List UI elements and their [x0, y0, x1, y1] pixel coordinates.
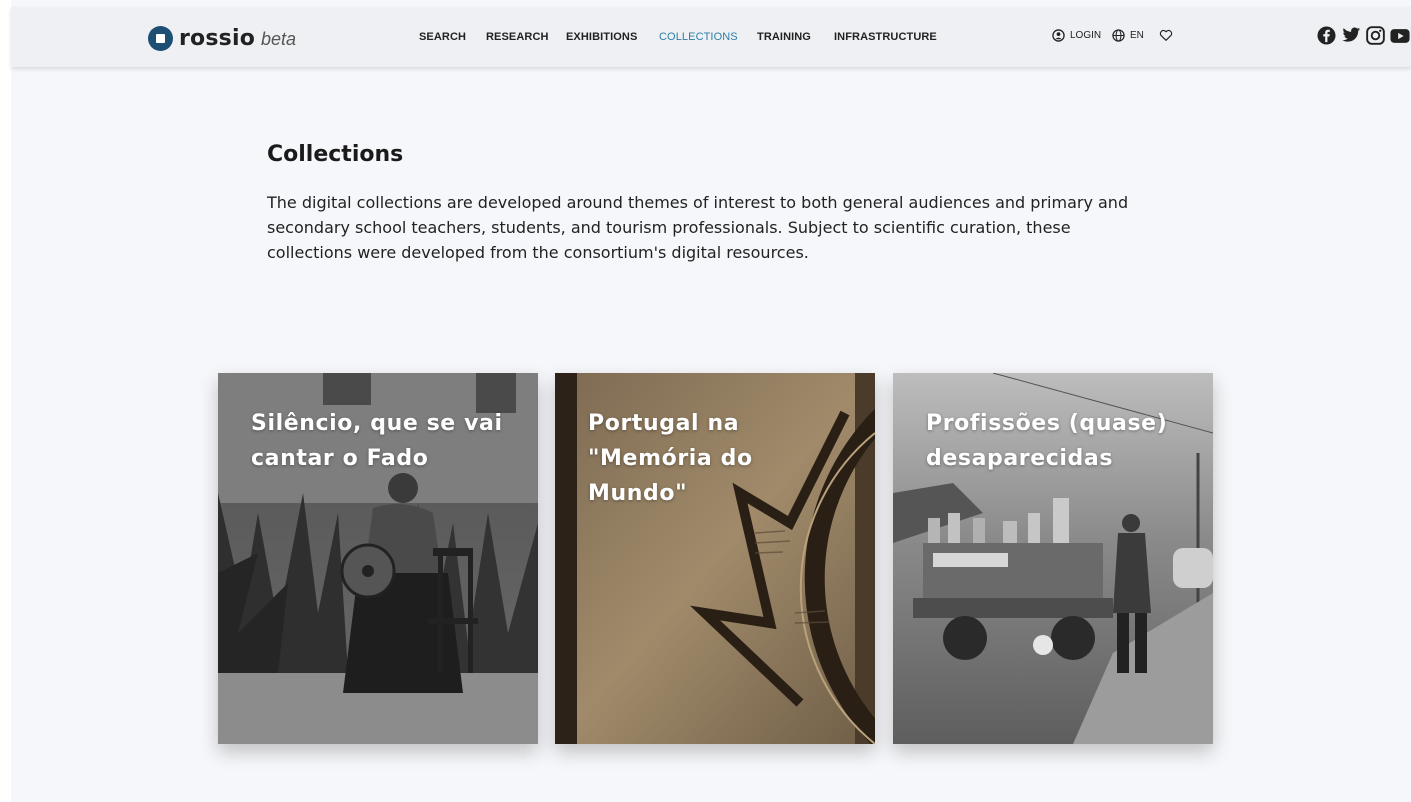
youtube-icon[interactable] — [1390, 28, 1410, 44]
globe-icon — [1112, 29, 1125, 42]
rossio-logo-icon — [148, 25, 173, 51]
page-intro: The digital collections are developed ar… — [267, 193, 1129, 262]
nav-collections[interactable]: COLLECTIONS — [659, 31, 738, 43]
nav-research[interactable]: RESEARCH — [486, 31, 549, 43]
login-link[interactable]: LOGIN — [1052, 29, 1101, 42]
nav-search[interactable]: SEARCH — [419, 31, 466, 43]
collection-title-profissoes: Profissões (quase) desaparecidas — [926, 411, 1168, 471]
nav-infrastructure[interactable]: INFRASTRUCTURE — [834, 31, 937, 43]
heart-icon — [1159, 29, 1173, 41]
collection-card-profissoes[interactable]: Profissões (quase) desaparecidas — [893, 373, 1213, 744]
collection-title-fado: Silêncio, que se vai cantar o Fado — [251, 411, 503, 471]
language-label: EN — [1130, 30, 1144, 41]
left-strip — [0, 0, 11, 802]
twitter-icon[interactable] — [1341, 27, 1361, 44]
nav-exhibitions[interactable]: EXHIBITIONS — [566, 31, 637, 43]
language-switcher[interactable]: EN — [1112, 29, 1144, 42]
collection-card-fado[interactable]: Silêncio, que se vai cantar o Fado — [218, 373, 538, 744]
page-title: Collections — [267, 142, 404, 167]
logo-wordmark: rossio — [179, 25, 256, 51]
facebook-icon[interactable] — [1317, 26, 1336, 45]
login-label: LOGIN — [1070, 30, 1102, 41]
user-circle-icon — [1052, 29, 1065, 42]
social-links — [1317, 26, 1410, 45]
favorites-link[interactable] — [1159, 29, 1178, 42]
rossio-logo[interactable]: rossio beta — [148, 24, 296, 52]
instagram-icon[interactable] — [1366, 26, 1385, 45]
site-header: rossio beta SEARCH RESEARCH EXHIBITIONS … — [11, 7, 1411, 67]
nav-training[interactable]: TRAINING — [757, 31, 811, 43]
logo-beta-tag: beta — [261, 28, 297, 49]
collection-card-memoria[interactable]: Portugal na "Memória do Mundo" — [555, 373, 875, 744]
collection-title-memoria: Portugal na "Memória do Mundo" — [588, 411, 753, 506]
